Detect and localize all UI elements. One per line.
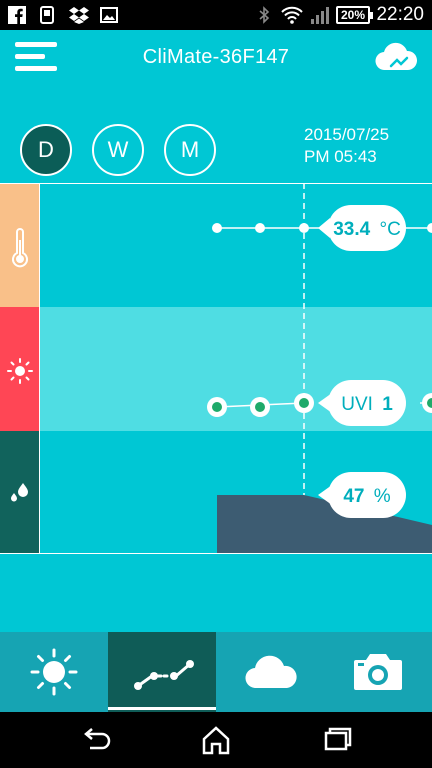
- wifi-icon: [281, 6, 303, 24]
- datetime-display: 2015/07/25 PM 05:43: [304, 124, 389, 168]
- current-time: PM 05:43: [304, 147, 377, 166]
- uv-label: UVI: [341, 394, 373, 415]
- sun-icon: [30, 648, 78, 696]
- recents-icon[interactable]: [316, 724, 356, 756]
- battery-icon: 20%: [336, 6, 373, 24]
- temperature-value: 33.4: [333, 219, 370, 240]
- uv-value: 1: [382, 394, 393, 415]
- temperature-callout: 33.4 °C: [318, 205, 406, 251]
- period-week-button[interactable]: W: [92, 124, 144, 176]
- signal-icon: [311, 7, 329, 24]
- back-icon[interactable]: [76, 724, 116, 756]
- current-date: 2015/07/25: [304, 125, 390, 144]
- device-title: CliMate-36F147: [142, 46, 290, 68]
- battery-level: 20%: [340, 8, 366, 22]
- home-icon[interactable]: [196, 724, 236, 756]
- period-month-button[interactable]: M: [164, 124, 216, 176]
- bottom-navigation: [0, 632, 432, 712]
- facebook-icon: [8, 6, 26, 24]
- nav-tab-chart[interactable]: [108, 632, 216, 712]
- humidity-unit: %: [374, 486, 391, 507]
- nav-tab-weather[interactable]: [0, 632, 108, 712]
- camera-icon: [354, 654, 402, 690]
- svg-text:47 %: 47 %: [343, 486, 390, 507]
- dropbox-icon: [69, 7, 89, 24]
- period-day-button[interactable]: D: [20, 124, 72, 176]
- temperature-point[interactable]: [299, 223, 309, 233]
- temperature-point[interactable]: [212, 223, 222, 233]
- phone-icon: [40, 6, 54, 24]
- status-bar: 20% 22:20: [0, 0, 432, 30]
- bluetooth-icon: [259, 6, 270, 24]
- temperature-point[interactable]: [427, 223, 432, 233]
- svg-text:UVI 1: UVI 1: [341, 394, 393, 415]
- nav-tab-cloud[interactable]: [216, 632, 324, 712]
- chart-line-icon: [134, 660, 194, 690]
- sensor-chart: 33.4 °C UVI 1 47 %: [0, 183, 432, 554]
- nav-tab-camera[interactable]: [324, 632, 432, 712]
- status-clock: 22:20: [376, 4, 424, 25]
- image-icon: [100, 7, 118, 23]
- temperature-point[interactable]: [255, 223, 265, 233]
- svg-text:33.4 °C: 33.4 °C: [333, 219, 401, 240]
- humidity-value: 47: [343, 486, 364, 507]
- temperature-unit: °C: [379, 219, 400, 240]
- app-header: CliMate-36F147: [0, 30, 432, 88]
- cloud-icon: [245, 655, 297, 689]
- system-navigation-bar: [0, 712, 432, 768]
- cloud-sync-icon[interactable]: [372, 40, 420, 76]
- uv-callout: UVI 1: [318, 380, 406, 426]
